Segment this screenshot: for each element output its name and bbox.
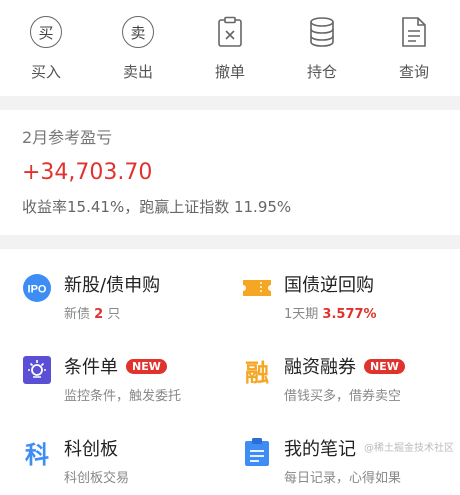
notes-desc: 每日记录，心得如果	[284, 471, 402, 486]
ipo-name: 新股/债申购	[64, 275, 161, 296]
star-name: 科创板	[64, 439, 118, 460]
query-icon	[394, 12, 434, 52]
margin-trading-item[interactable]: 融 融资融券 NEW 借钱买多，借券卖空	[240, 331, 460, 413]
sell-icon: 卖	[118, 12, 158, 52]
margin-icon: 融	[245, 358, 269, 387]
svg-text:IPO: IPO	[28, 284, 47, 296]
ipo-subscription-item[interactable]: IPO 新股/债申购 新债 2 只	[20, 249, 240, 331]
condition-name: 条件单 NEW	[64, 353, 181, 379]
buy-label: 买入	[30, 63, 61, 81]
margin-desc: 借钱买多，借券卖空	[284, 389, 402, 404]
new-badge: NEW	[364, 358, 405, 374]
section-divider	[0, 235, 460, 249]
margin-name: 融资融券 NEW	[284, 353, 405, 379]
cancel-order-icon	[210, 12, 250, 52]
pnl-value: +34,703.70	[22, 160, 153, 185]
star-market-icon: 科	[25, 440, 49, 469]
ipo-icon: IPO	[20, 271, 54, 305]
clipboard-icon	[240, 435, 274, 469]
pnl-title: 2月参考盈亏	[22, 128, 113, 147]
cancel-order-button[interactable]: 撤单	[184, 0, 276, 96]
ticket-icon	[240, 271, 274, 305]
star-market-item[interactable]: 科 科创板 科创板交易	[20, 413, 240, 495]
conditional-order-item[interactable]: 条件单 NEW 监控条件，触发委托	[20, 331, 240, 413]
my-notes-item[interactable]: 我的笔记 每日记录，心得如果	[240, 413, 460, 495]
repo-desc: 1天期 3.577%	[284, 307, 377, 322]
ipo-bond-count: 2	[94, 307, 104, 322]
lightbulb-icon	[20, 353, 54, 387]
sell-button[interactable]: 卖 卖出	[92, 0, 184, 96]
trade-actions-bar: 买 买入 卖 卖出 撤单 持仓 查询	[0, 0, 460, 96]
position-label: 持仓	[306, 63, 337, 81]
buy-icon: 买	[26, 12, 66, 52]
cancel-order-label: 撤单	[214, 63, 245, 81]
query-label: 查询	[398, 63, 429, 81]
buy-button[interactable]: 买 买入	[0, 0, 92, 96]
section-divider	[0, 96, 460, 110]
condition-desc: 监控条件，触发委托	[64, 389, 182, 404]
pnl-return-summary: 收益率15.41%，跑赢上证指数 11.95%	[22, 198, 292, 216]
new-badge: NEW	[126, 358, 167, 374]
position-icon	[302, 12, 342, 52]
monthly-pnl-card[interactable]: 2月参考盈亏 +34,703.70 收益率15.41%，跑赢上证指数 11.95…	[0, 110, 460, 235]
ipo-desc: 新债 2 只	[64, 307, 121, 322]
repo-rate: 3.577%	[322, 307, 377, 322]
repo-name: 国债逆回购	[284, 275, 374, 296]
star-desc: 科创板交易	[64, 471, 130, 486]
watermark: @稀土掘金技术社区	[364, 443, 454, 454]
treasury-repo-item[interactable]: 国债逆回购 1天期 3.577%	[240, 249, 460, 331]
services-grid: IPO 新股/债申购 新债 2 只 国债逆回购 1天期 3.577% 条件单 N…	[0, 249, 460, 495]
query-button[interactable]: 查询	[368, 0, 460, 96]
sell-label: 卖出	[122, 63, 153, 81]
position-button[interactable]: 持仓	[276, 0, 368, 96]
